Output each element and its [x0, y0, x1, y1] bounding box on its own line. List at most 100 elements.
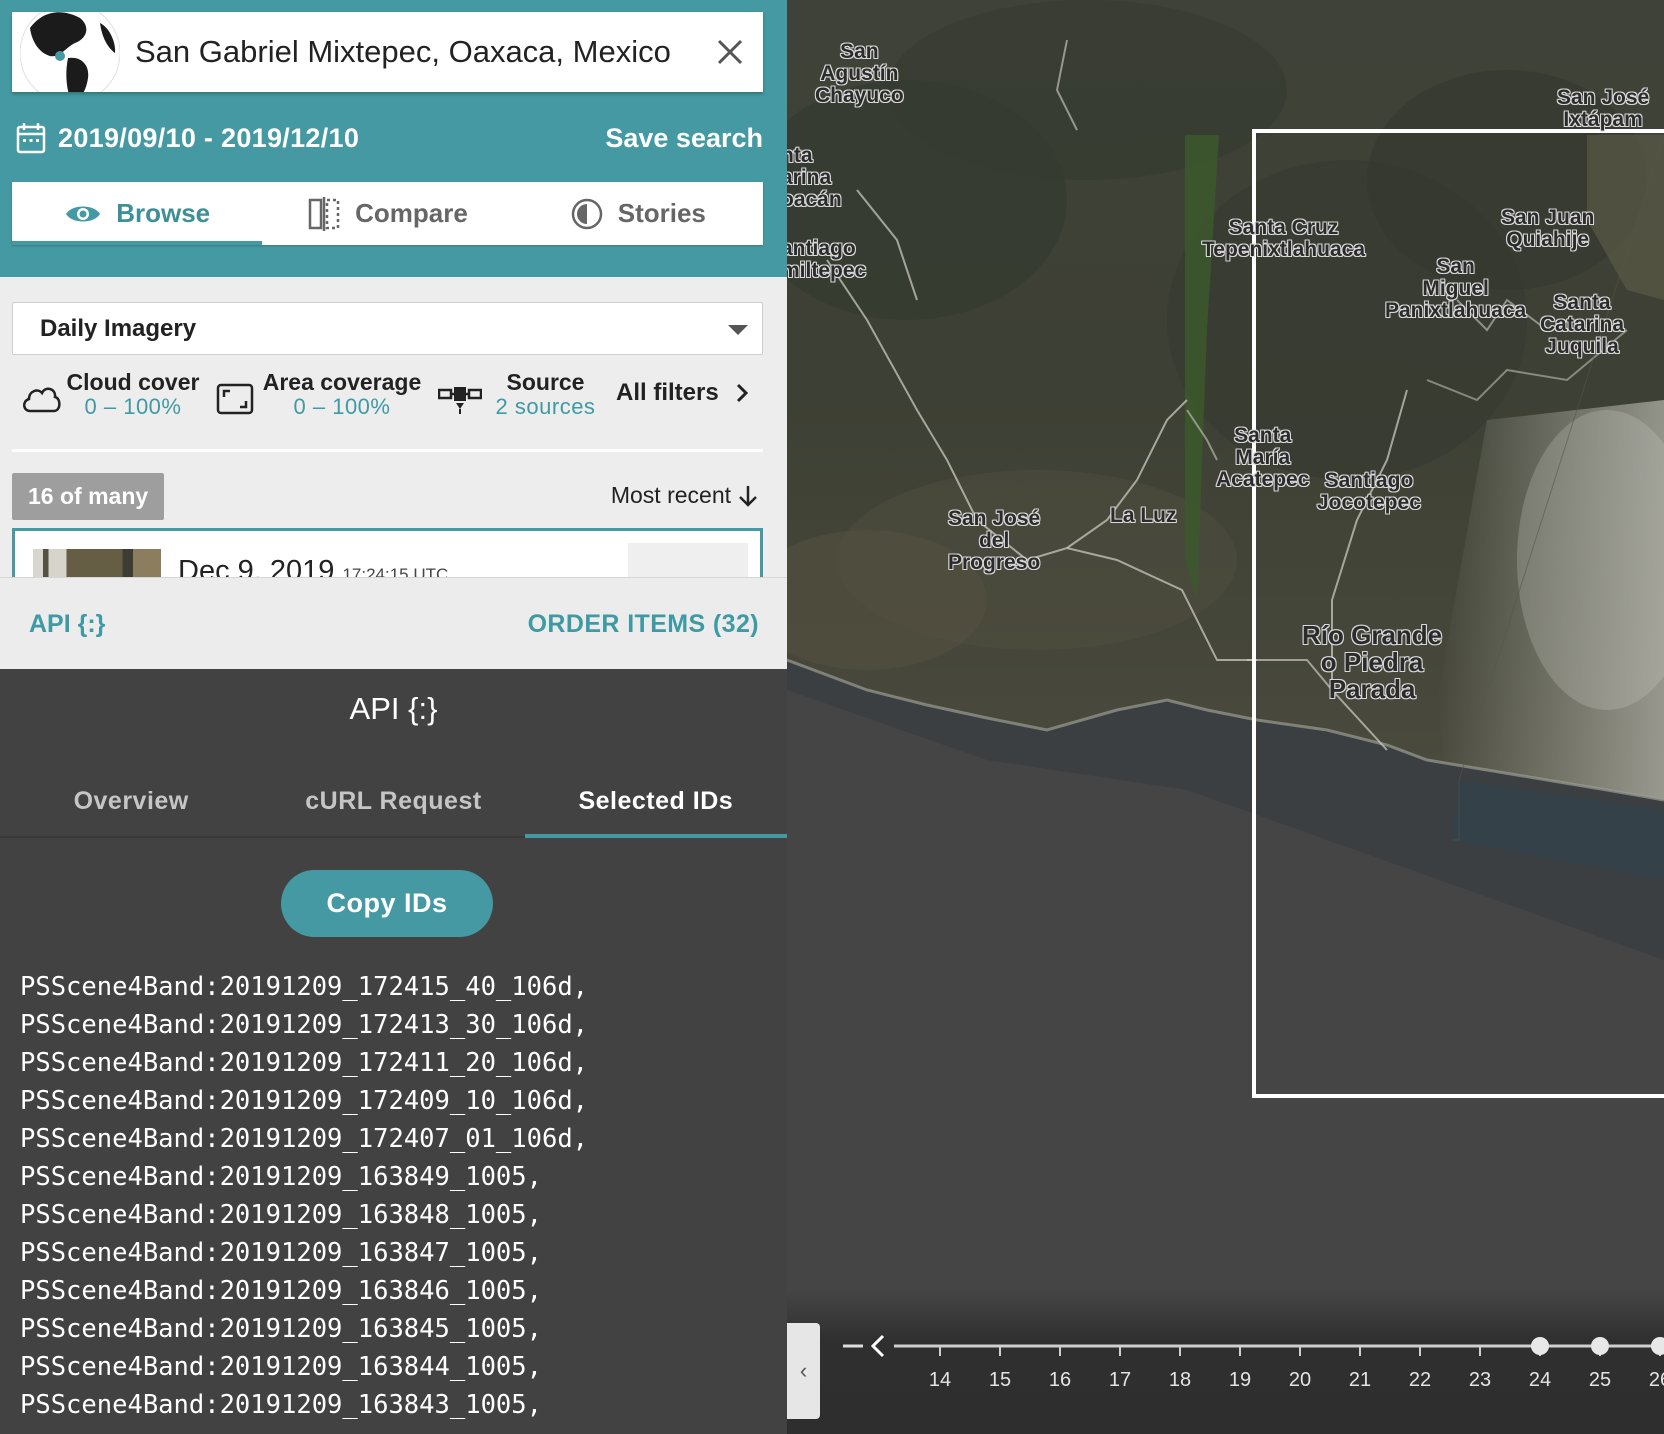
all-filters-label: All filters	[616, 379, 719, 406]
result-thumbnail	[33, 549, 161, 577]
id-line: PSScene4Band:20191209_172409_10_106d,	[20, 1086, 589, 1116]
api-button[interactable]: API {:}	[29, 578, 105, 670]
map-label: Santiago Jocotepec	[1317, 469, 1421, 514]
id-line: PSScene4Band:20191209_172411_20_106d,	[20, 1048, 589, 1078]
map-label: San Juan Quiahije	[1501, 206, 1595, 251]
map-label: San José Ixtápam	[1557, 86, 1650, 131]
stories-icon	[571, 198, 602, 229]
tab-label: Stories	[617, 198, 706, 228]
map-label: nta arina oacán	[787, 144, 842, 211]
map-label: San Miguel Panixtlahuaca	[1385, 255, 1527, 322]
timeline-back-icon	[870, 1334, 885, 1358]
result-actions[interactable]	[628, 543, 748, 577]
id-line: PSScene4Band:20191209_163848_1005,	[20, 1200, 542, 1230]
tab-compare[interactable]: Compare	[262, 182, 512, 245]
filter-title: Cloud cover	[66, 369, 200, 395]
source-filter[interactable]: Source 2 sources	[438, 369, 603, 419]
id-line: PSScene4Band:20191209_172415_40_106d,	[20, 972, 589, 1002]
copy-ids-button[interactable]: Copy IDs	[281, 870, 493, 937]
tab-overview[interactable]: Overview	[0, 769, 262, 836]
tab-selected-ids[interactable]: Selected IDs	[524, 769, 788, 838]
id-line: PSScene4Band:20191209_172413_30_106d,	[20, 1010, 589, 1040]
id-line: PSScene4Band:20191209_163847_1005,	[20, 1238, 542, 1268]
map-label: Santa María Acatepec	[1216, 424, 1310, 491]
timeline-day-label[interactable]: 15	[980, 1369, 1020, 1392]
map-label: Santa Catarina Juquila	[1540, 291, 1625, 358]
timeline-day-label[interactable]: 16	[1040, 1369, 1080, 1392]
timeline-day-label[interactable]: 21	[1340, 1369, 1380, 1392]
map-label: San Agustín Chayuco	[815, 40, 904, 107]
timeline-marker[interactable]	[1531, 1337, 1549, 1355]
chevron-right-icon	[736, 383, 748, 403]
close-icon[interactable]	[712, 34, 748, 70]
filter-value: 0 – 100%	[293, 394, 391, 419]
tab-label: Browse	[116, 198, 211, 228]
result-time-text: 17:24:15 UTC	[342, 565, 449, 577]
arrow-down-icon	[739, 485, 757, 507]
map-label: La Luz	[1110, 504, 1177, 527]
result-item[interactable]: Dec 9, 2019 17:24:15 UTC	[12, 528, 763, 577]
id-line: PSScene4Band:20191209_163844_1005,	[20, 1352, 542, 1382]
location-search[interactable]: San Gabriel Mixtepec, Oaxaca, Mexico	[12, 12, 763, 92]
timeline-day-label[interactable]: 14	[920, 1369, 960, 1392]
eye-icon	[66, 206, 101, 221]
divider	[12, 449, 763, 452]
timeline-day-label[interactable]: 18	[1160, 1369, 1200, 1392]
imagery-type-value: Daily Imagery	[40, 315, 197, 342]
result-date: Dec 9, 2019 17:24:15 UTC	[178, 555, 448, 577]
result-date-text: Dec 9, 2019	[178, 555, 335, 577]
area-icon	[216, 383, 254, 415]
selected-ids-list: PSScene4Band:20191209_172415_40_106d, PS…	[20, 968, 780, 1424]
cloud-cover-filter[interactable]: Cloud cover 0 – 100%	[20, 369, 200, 419]
compare-icon	[308, 196, 340, 231]
timeline-day-label[interactable]: 19	[1220, 1369, 1260, 1392]
panel-header: San Gabriel Mixtepec, Oaxaca, Mexico 201…	[0, 0, 787, 277]
timeline-day-label[interactable]: 20	[1280, 1369, 1320, 1392]
id-line: PSScene4Band:20191209_163845_1005,	[20, 1314, 542, 1344]
map-label: antiago miltepec	[787, 237, 867, 282]
results-count-badge: 16 of many	[12, 473, 165, 520]
timeline-day-label[interactable]: 23	[1460, 1369, 1500, 1392]
tab-browse[interactable]: Browse	[12, 182, 263, 245]
satellite-icon	[438, 387, 482, 414]
save-search-button[interactable]: Save search	[605, 118, 763, 158]
timeline-day-label[interactable]: 26	[1640, 1369, 1664, 1392]
mode-tabs: Browse Compare Stories	[12, 182, 763, 245]
filter-title: Area coverage	[262, 369, 422, 395]
timeline-marker[interactable]	[1591, 1337, 1609, 1355]
timeline-day-label[interactable]: 22	[1400, 1369, 1440, 1392]
map-view[interactable]: San Agustín Chayuco San José Ixtápam nta…	[787, 0, 1664, 1434]
timeline-day-label[interactable]: 25	[1580, 1369, 1620, 1392]
id-line: PSScene4Band:20191209_163849_1005,	[20, 1162, 542, 1192]
search-input[interactable]: San Gabriel Mixtepec, Oaxaca, Mexico	[135, 12, 680, 92]
filter-value: 2 sources	[495, 394, 596, 419]
timeline-axis	[843, 1334, 1664, 1358]
api-panel-title: API {:}	[349, 691, 438, 726]
tab-label: Compare	[355, 198, 468, 228]
timeline-marker[interactable]	[1651, 1337, 1664, 1355]
filters-area: Daily Imagery Cloud cover 0 – 100% Area …	[0, 277, 787, 577]
filter-value: 0 – 100%	[84, 394, 182, 419]
imagery-type-select[interactable]: Daily Imagery	[12, 302, 763, 355]
chevron-down-icon	[728, 325, 748, 335]
tab-curl-request[interactable]: cURL Request	[262, 769, 524, 836]
collapse-panel-button[interactable]: ‹	[787, 1323, 820, 1419]
sort-dropdown[interactable]: Most recent	[611, 482, 759, 509]
filter-title: Source	[506, 369, 585, 395]
area-coverage-filter[interactable]: Area coverage 0 – 100%	[216, 369, 421, 419]
tab-stories[interactable]: Stories	[513, 182, 763, 245]
date-range-picker[interactable]: 2019/09/10 - 2019/12/10	[16, 118, 359, 158]
calendar-icon	[16, 123, 46, 154]
map-label: Santa Cruz Tepenixtlahuaca	[1202, 216, 1365, 261]
action-bar: API {:} ORDER ITEMS (32)	[0, 577, 787, 669]
api-tabs: Overview cURL Request Selected IDs	[0, 769, 788, 838]
timeline-day-label[interactable]: 17	[1100, 1369, 1140, 1392]
map-label: San José del Progreso	[948, 507, 1041, 574]
timeline-day-label[interactable]: 24	[1520, 1369, 1560, 1392]
date-range-text: 2019/09/10 - 2019/12/10	[58, 122, 360, 153]
timeline[interactable]	[787, 1290, 1664, 1434]
all-filters-button[interactable]: All filters	[616, 379, 753, 407]
globe-icon	[20, 12, 120, 92]
chevron-left-icon: ‹	[799, 1358, 808, 1383]
order-items-button[interactable]: ORDER ITEMS (32)	[528, 578, 759, 670]
